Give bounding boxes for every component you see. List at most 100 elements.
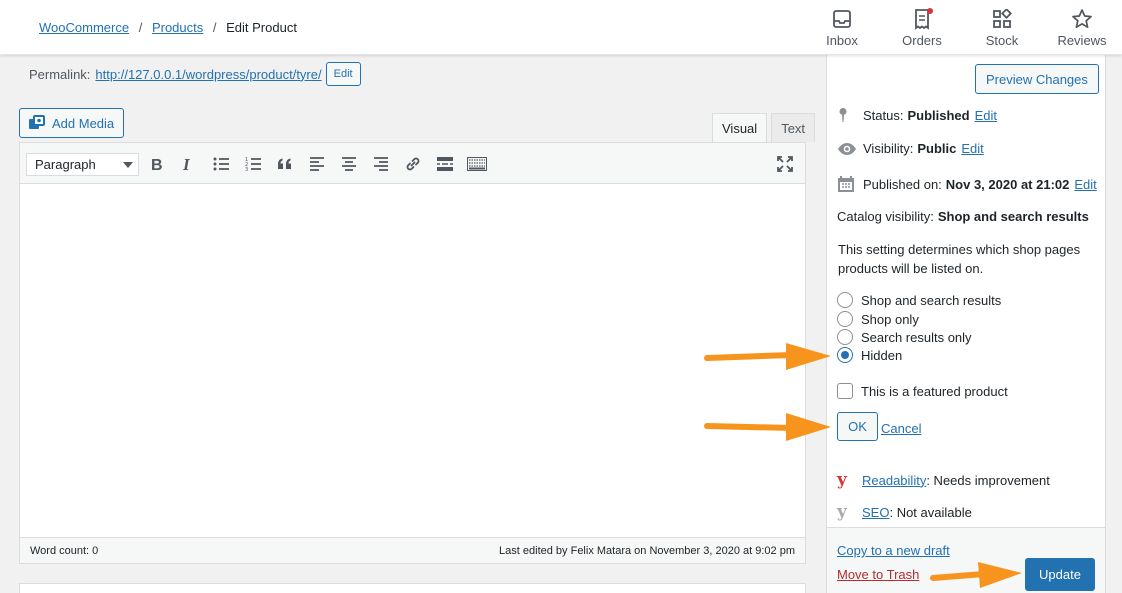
breadcrumb-current: Edit Product <box>226 20 297 35</box>
numbered-list-icon[interactable]: 123 <box>243 154 263 174</box>
radio-button[interactable] <box>837 311 853 327</box>
radio-hidden[interactable]: Hidden <box>837 347 902 363</box>
readability-row: y Readability : Needs improvement <box>837 470 1050 490</box>
ok-button[interactable]: OK <box>837 412 878 441</box>
annotation-arrow-ok <box>704 413 831 441</box>
radio-search-only[interactable]: Search results only <box>837 329 972 345</box>
catalog-description: This setting determines which shop pages… <box>838 242 1081 276</box>
catalog-visibility-row: Catalog visibility: Shop and search resu… <box>837 209 1089 224</box>
radio-shop-and-search[interactable]: Shop and search results <box>837 292 1001 308</box>
radio-button[interactable] <box>837 329 853 345</box>
format-select[interactable]: Paragraph <box>26 153 139 176</box>
permalink-edit-button[interactable]: Edit <box>325 62 361 86</box>
radio-button[interactable] <box>837 292 853 308</box>
nav-stock[interactable]: Stock <box>962 0 1042 55</box>
pin-icon <box>837 107 859 123</box>
read-more-icon[interactable] <box>435 154 455 174</box>
readability-link[interactable]: Readability <box>862 473 926 488</box>
published-edit-link[interactable]: Edit <box>1074 177 1096 192</box>
editor-status-bar: Word count: 0 Last edited by Felix Matar… <box>20 537 805 563</box>
top-bar: WooCommerce / Products / Edit Product In… <box>0 0 1122 55</box>
word-count: Word count: 0 <box>30 545 99 557</box>
visibility-row: Visibility: Public Edit <box>837 141 984 156</box>
format-select-value: Paragraph <box>35 157 96 172</box>
breadcrumb-woocommerce[interactable]: WooCommerce <box>39 20 129 35</box>
next-metabox <box>19 583 806 593</box>
radio-shop-only[interactable]: Shop only <box>837 311 919 327</box>
nav-reviews[interactable]: Reviews <box>1042 0 1122 55</box>
editor-toolbar: Paragraph B I 123 <box>20 143 805 184</box>
visibility-edit-link[interactable]: Edit <box>961 141 983 156</box>
status-edit-link[interactable]: Edit <box>975 108 997 123</box>
align-center-icon[interactable] <box>339 154 359 174</box>
eye-icon <box>837 142 859 156</box>
copy-to-draft-link[interactable]: Copy to a new draft <box>837 543 950 558</box>
chevron-down-icon <box>123 162 133 168</box>
activity-nav: Inbox Orders Stock Reviews <box>802 0 1122 55</box>
radio-label: Hidden <box>861 347 903 363</box>
nav-orders[interactable]: Orders <box>882 0 962 55</box>
breadcrumb-separator: / <box>212 20 217 35</box>
star-icon <box>1042 8 1122 30</box>
nav-inbox[interactable]: Inbox <box>802 0 882 55</box>
move-to-trash-link[interactable]: Move to Trash <box>837 567 919 582</box>
update-button[interactable]: Update <box>1025 558 1095 591</box>
nav-stock-label: Stock <box>985 33 1019 48</box>
align-left-icon[interactable] <box>307 154 327 174</box>
published-on-row: Published on: Nov 3, 2020 at 21:02 Edit <box>837 175 1097 193</box>
seo-link[interactable]: SEO <box>862 505 889 520</box>
visibility-value: Public <box>917 141 957 156</box>
permalink-url[interactable]: http://127.0.0.1/wordpress/product/tyre/ <box>95 67 321 82</box>
nav-orders-label: Orders <box>902 33 942 48</box>
preview-changes-button[interactable]: Preview Changes <box>975 64 1099 94</box>
breadcrumb-products[interactable]: Products <box>152 20 203 35</box>
permalink-row: Permalink: http://127.0.0.1/wordpress/pr… <box>29 62 361 86</box>
publish-panel: Preview Changes Status: Published Edit V… <box>826 55 1106 593</box>
media-icon <box>29 115 45 129</box>
toolbar-toggle-icon[interactable] <box>467 154 487 174</box>
italic-icon[interactable]: I <box>178 154 198 174</box>
editor-tabs: Visual Text <box>708 113 816 142</box>
catalog-value: Shop and search results <box>937 209 1089 224</box>
permalink-label: Permalink: <box>29 66 91 82</box>
featured-checkbox-row[interactable]: This is a featured product <box>837 383 1008 399</box>
cancel-link[interactable]: Cancel <box>881 421 921 436</box>
breadcrumb-separator: / <box>138 20 143 35</box>
nav-reviews-label: Reviews <box>1057 33 1107 48</box>
orders-icon <box>882 8 962 30</box>
blockquote-icon[interactable] <box>275 154 295 174</box>
tab-text[interactable]: Text <box>771 113 816 142</box>
readability-value: : Needs improvement <box>926 472 1050 488</box>
svg-text:B: B <box>151 157 163 172</box>
link-icon[interactable] <box>403 154 423 174</box>
published-value: Nov 3, 2020 at 21:02 <box>945 176 1070 192</box>
bullet-list-icon[interactable] <box>211 154 231 174</box>
seo-value: : Not available <box>889 504 972 520</box>
svg-text:3: 3 <box>245 167 248 171</box>
inbox-icon <box>802 8 882 30</box>
bold-icon[interactable]: B <box>147 154 167 174</box>
tab-visual[interactable]: Visual <box>712 113 768 142</box>
radio-button-selected[interactable] <box>837 347 853 363</box>
radio-label: Shop only <box>861 311 919 327</box>
published-label: Published on: <box>863 176 942 192</box>
radio-label: Shop and search results <box>861 292 1002 308</box>
yoast-readability-icon: y <box>837 470 847 490</box>
stock-icon <box>962 8 1042 30</box>
add-media-button[interactable]: Add Media <box>19 108 125 138</box>
align-right-icon[interactable] <box>371 154 391 174</box>
orders-notification-dot <box>927 8 933 14</box>
content-editor[interactable]: Paragraph B I 123 Word count: 0 Last edi… <box>19 142 806 564</box>
featured-checkbox[interactable] <box>837 383 853 399</box>
seo-row: y SEO : Not available <box>837 502 972 522</box>
annotation-arrow-update <box>930 562 1022 588</box>
radio-label: Search results only <box>861 329 972 345</box>
status-label: Status: <box>863 107 904 123</box>
nav-inbox-label: Inbox <box>826 33 858 48</box>
yoast-seo-icon: y <box>837 502 847 522</box>
visibility-label: Visibility: <box>863 141 914 156</box>
featured-label: This is a featured product <box>861 383 1008 399</box>
fullscreen-icon[interactable] <box>775 154 795 174</box>
breadcrumb: WooCommerce / Products / Edit Product <box>39 20 297 35</box>
calendar-icon <box>837 175 859 193</box>
